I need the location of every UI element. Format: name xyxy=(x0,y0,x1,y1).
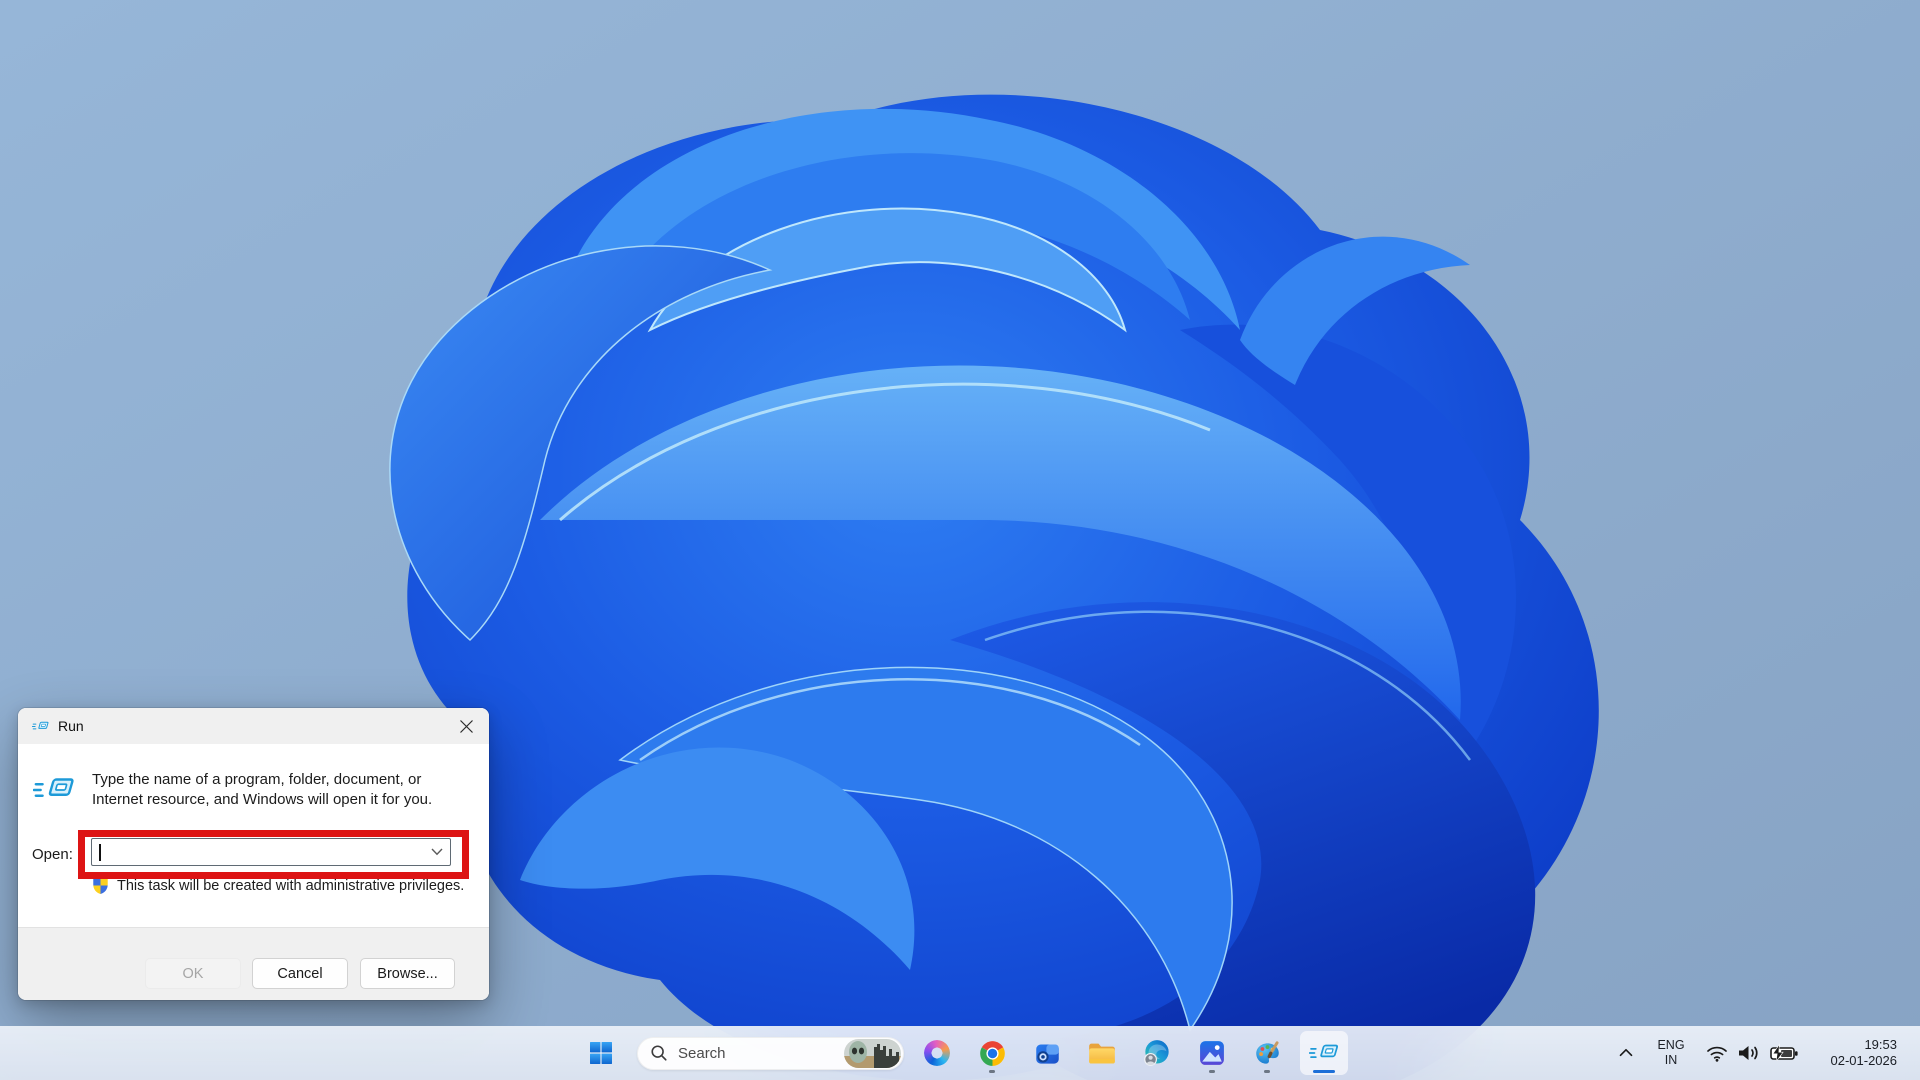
copilot-icon xyxy=(924,1040,950,1066)
run-icon xyxy=(1309,1042,1339,1064)
desktop: { "run_dialog": { "title": "Run", "descr… xyxy=(0,0,1920,1080)
dialog-title: Run xyxy=(58,718,84,734)
browse-button[interactable]: Browse... xyxy=(360,958,455,989)
date: 02-01-2026 xyxy=(1830,1053,1898,1068)
search-box[interactable]: Search xyxy=(637,1036,904,1070)
time: 19:53 xyxy=(1864,1037,1897,1052)
volume-icon xyxy=(1739,1046,1758,1060)
taskbar-outlook-button[interactable] xyxy=(1025,1031,1069,1075)
taskbar-run-button[interactable] xyxy=(1300,1031,1348,1075)
taskbar-edge-button[interactable] xyxy=(1135,1031,1179,1075)
open-combobox[interactable] xyxy=(91,838,451,866)
close-button[interactable] xyxy=(443,708,489,744)
taskbar-center: Search xyxy=(579,1026,1348,1080)
wifi-icon xyxy=(1707,1046,1727,1062)
active-window-indicator xyxy=(1313,1069,1335,1073)
ok-button[interactable]: OK xyxy=(145,958,241,989)
open-input[interactable] xyxy=(92,839,424,865)
taskbar: Search ENG IN 19:53 02-01-2026 xyxy=(0,1026,1920,1080)
taskbar-photos-button[interactable] xyxy=(1190,1031,1234,1075)
uac-shield-icon xyxy=(92,876,109,895)
taskbar-chrome-button[interactable] xyxy=(970,1031,1014,1075)
taskbar-copilot-button[interactable] xyxy=(915,1031,959,1075)
run-dialog-titlebar[interactable]: Run xyxy=(18,708,489,744)
admin-note-text: This task will be created with administr… xyxy=(117,878,465,894)
combobox-dropdown-button[interactable] xyxy=(424,839,450,865)
running-indicator xyxy=(989,1069,995,1073)
open-label: Open: xyxy=(32,846,73,863)
photos-icon xyxy=(1200,1041,1224,1065)
outlook-icon xyxy=(1035,1044,1059,1064)
paint-icon xyxy=(1255,1040,1279,1064)
file-explorer-icon xyxy=(1089,1043,1115,1064)
text-caret xyxy=(99,844,101,861)
running-indicator xyxy=(1209,1069,1215,1073)
admin-privileges-note: This task will be created with administr… xyxy=(92,876,464,895)
system-tray: ENG IN 19:53 02-01-2026 xyxy=(1613,1026,1899,1080)
windows-logo-icon xyxy=(590,1042,612,1064)
run-icon xyxy=(32,720,49,733)
hidden-icons-button[interactable] xyxy=(1613,1033,1639,1073)
chrome-icon xyxy=(979,1040,1005,1066)
dialog-footer: OK Cancel Browse... xyxy=(18,927,489,1000)
close-icon xyxy=(459,719,473,733)
search-placeholder: Search xyxy=(678,1044,726,1062)
run-icon-large xyxy=(33,774,75,806)
language-indicator[interactable]: ENG IN xyxy=(1653,1033,1689,1073)
taskbar-file-explorer-button[interactable] xyxy=(1080,1031,1124,1075)
chevron-down-icon xyxy=(431,848,443,856)
quick-settings-button[interactable] xyxy=(1703,1033,1801,1073)
run-dialog: Run Type the name of a program, folder, … xyxy=(17,707,490,1001)
search-highlight-image xyxy=(844,1038,901,1068)
battery-charging-icon xyxy=(1770,1043,1798,1061)
cancel-button[interactable]: Cancel xyxy=(252,958,348,989)
chevron-up-icon xyxy=(1619,1048,1633,1057)
taskbar-paint-button[interactable] xyxy=(1245,1031,1289,1075)
edge-icon xyxy=(1144,1040,1169,1066)
dialog-description: Type the name of a program, folder, docu… xyxy=(92,771,433,808)
clock[interactable]: 19:53 02-01-2026 xyxy=(1815,1033,1899,1073)
region-code: IN xyxy=(1664,1053,1678,1067)
search-icon xyxy=(651,1045,667,1061)
running-indicator xyxy=(1264,1069,1270,1073)
start-button[interactable] xyxy=(579,1031,623,1075)
language-code: ENG xyxy=(1657,1038,1685,1052)
